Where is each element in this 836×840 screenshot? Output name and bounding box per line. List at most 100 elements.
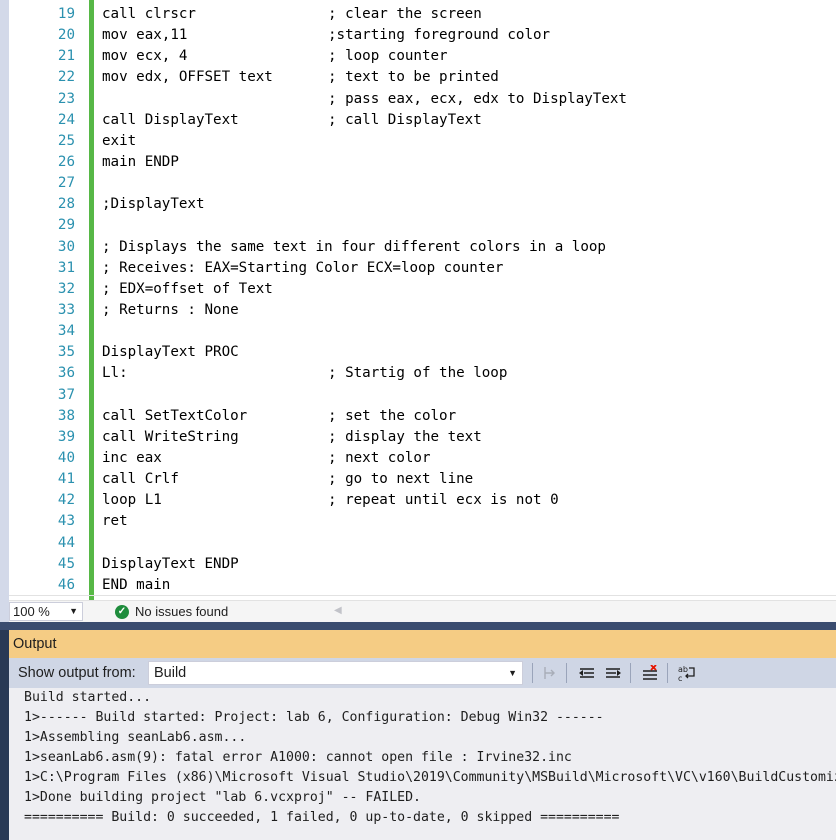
svg-text:c: c <box>678 674 682 682</box>
line-number: 29 <box>57 217 75 234</box>
line-number: 24 <box>57 111 75 128</box>
code-line[interactable]: 28 ;DisplayText <box>9 194 836 215</box>
code-line[interactable]: 22 mov edx, OFFSET text ; text to be print… <box>9 67 836 88</box>
output-title-text: Output <box>13 636 57 652</box>
code-text: ; Receives: EAX=Starting Color ECX=loop … <box>102 259 504 276</box>
clear-all-button[interactable] <box>638 662 662 684</box>
check-circle-icon: ✓ <box>115 604 129 619</box>
output-line: 1>Assembling seanLab6.asm... <box>24 730 247 745</box>
code-line[interactable]: 42 loop L1 ; repeat until ecx is not 0 <box>9 490 836 511</box>
output-panel-title[interactable]: Output <box>9 630 836 658</box>
output-source-value: Build <box>154 665 187 681</box>
word-wrap-icon: ab c <box>677 664 697 682</box>
output-source-select[interactable]: Build ▼ <box>148 661 523 685</box>
code-line[interactable]: 25 exit <box>9 131 836 152</box>
code-line[interactable]: 43 ret <box>9 511 836 532</box>
line-number: 36 <box>57 365 75 382</box>
line-number: 27 <box>57 175 75 192</box>
toolbar-separator <box>566 663 567 683</box>
line-number: 30 <box>57 238 75 255</box>
code-line[interactable]: 20 mov eax,11 ;starting foreground color <box>9 25 836 46</box>
line-number: 43 <box>57 513 75 530</box>
line-number: 21 <box>57 48 75 65</box>
code-text: ; Returns : None <box>102 301 239 318</box>
next-message-button[interactable] <box>601 662 625 684</box>
line-number: 25 <box>57 132 75 149</box>
code-text: loop L1 <box>102 492 162 509</box>
line-number: 26 <box>57 153 75 170</box>
clear-all-icon <box>641 665 659 681</box>
word-wrap-button[interactable]: ab c <box>675 662 699 684</box>
line-number: 42 <box>57 492 75 509</box>
line-number: 32 <box>57 280 75 297</box>
code-comment: ; loop counter <box>328 48 448 65</box>
zoom-value: 100 % <box>13 604 50 619</box>
code-line[interactable]: 24 call DisplayText ; call DisplayText <box>9 110 836 131</box>
code-line[interactable]: 38 call SetTextColor ; set the color <box>9 406 836 427</box>
code-text: call SetTextColor <box>102 407 248 424</box>
code-text: DisplayText ENDP <box>102 555 239 572</box>
code-text: main ENDP <box>102 153 179 170</box>
line-number: 19 <box>57 6 75 22</box>
code-line[interactable]: 21 mov ecx, 4 ; loop counter <box>9 46 836 67</box>
issues-text: No issues found <box>135 604 229 619</box>
code-text: Ll: <box>102 365 128 382</box>
output-line: 1>C:\Program Files (x86)\Microsoft Visua… <box>24 770 836 785</box>
code-line[interactable]: 37 <box>9 385 836 406</box>
output-line: ========== Build: 0 succeeded, 1 failed,… <box>24 810 620 825</box>
code-text: ; Displays the same text in four differe… <box>102 238 606 255</box>
code-line[interactable]: 35 DisplayText PROC <box>9 342 836 363</box>
code-line[interactable]: 32 ; EDX=offset of Text <box>9 279 836 300</box>
line-number: 33 <box>57 301 75 318</box>
line-number: 46 <box>57 576 75 593</box>
code-line[interactable]: 29 <box>9 215 836 236</box>
code-line[interactable]: 36 Ll: ; Startig of the loop <box>9 363 836 384</box>
editor-status-strip: 100 % ▼ ✓ No issues found ◀ <box>9 600 836 622</box>
code-line[interactable]: 44 <box>9 533 836 554</box>
code-text: mov eax,11 <box>102 27 188 44</box>
code-line[interactable]: 39 call WriteString ; display the text <box>9 427 836 448</box>
code-line[interactable]: 34 <box>9 321 836 342</box>
code-line[interactable]: 30 ; Displays the same text in four diffe… <box>9 237 836 258</box>
issues-indicator[interactable]: ✓ No issues found <box>115 601 228 622</box>
code-comment: ; Startig of the loop <box>328 365 508 382</box>
code-line[interactable]: 46 END main <box>9 575 836 596</box>
previous-message-icon <box>578 665 596 681</box>
scroll-left-arrow-icon[interactable]: ◀ <box>334 605 342 616</box>
line-number: 28 <box>57 196 75 213</box>
code-line[interactable]: 23 ; pass eax, ecx, edx to DisplayText <box>9 89 836 110</box>
code-comment: ; repeat until ecx is not 0 <box>328 492 559 509</box>
code-text: inc eax <box>102 449 162 466</box>
find-message-icon <box>542 665 558 681</box>
line-number: 44 <box>57 534 75 551</box>
svg-text:ab: ab <box>678 665 688 674</box>
code-comment: ; call DisplayText <box>328 111 482 128</box>
previous-message-button[interactable] <box>575 662 599 684</box>
code-text: call WriteString <box>102 428 239 445</box>
output-line: 1>Done building project "lab 6.vcxproj" … <box>24 790 421 805</box>
code-line[interactable]: 33 ; Returns : None <box>9 300 836 321</box>
output-text-area[interactable]: Build started... 1>------ Build started: … <box>9 688 836 840</box>
code-line[interactable]: 19 call clrscr ; clear the screen <box>9 4 836 25</box>
code-comment: ;starting foreground color <box>328 27 551 44</box>
output-line: 1>seanLab6.asm(9): fatal error A1000: ca… <box>24 750 572 765</box>
code-line[interactable]: 41 call Crlf ; go to next line <box>9 469 836 490</box>
panel-divider[interactable] <box>0 622 836 630</box>
code-comment: ; go to next line <box>328 471 474 488</box>
line-number: 40 <box>57 449 75 466</box>
zoom-dropdown[interactable]: 100 % ▼ <box>9 602 83 621</box>
code-lines[interactable]: 19 call clrscr ; clear the screen 20 mov eax… <box>9 4 836 596</box>
code-line[interactable]: 45 DisplayText ENDP <box>9 554 836 575</box>
code-editor[interactable]: 19 call clrscr ; clear the screen 20 mov eax… <box>9 0 836 600</box>
chevron-down-icon: ▼ <box>508 668 517 678</box>
line-number: 22 <box>57 69 75 86</box>
line-number: 38 <box>57 407 75 424</box>
toolbar-separator <box>532 663 533 683</box>
code-comment: ; next color <box>328 449 431 466</box>
output-line: Build started... <box>24 690 152 705</box>
code-line[interactable]: 26 main ENDP <box>9 152 836 173</box>
code-line[interactable]: 31 ; Receives: EAX=Starting Color ECX=loo… <box>9 258 836 279</box>
find-message-button[interactable] <box>538 662 562 684</box>
code-line[interactable]: 27 <box>9 173 836 194</box>
code-line[interactable]: 40 inc eax ; next color <box>9 448 836 469</box>
